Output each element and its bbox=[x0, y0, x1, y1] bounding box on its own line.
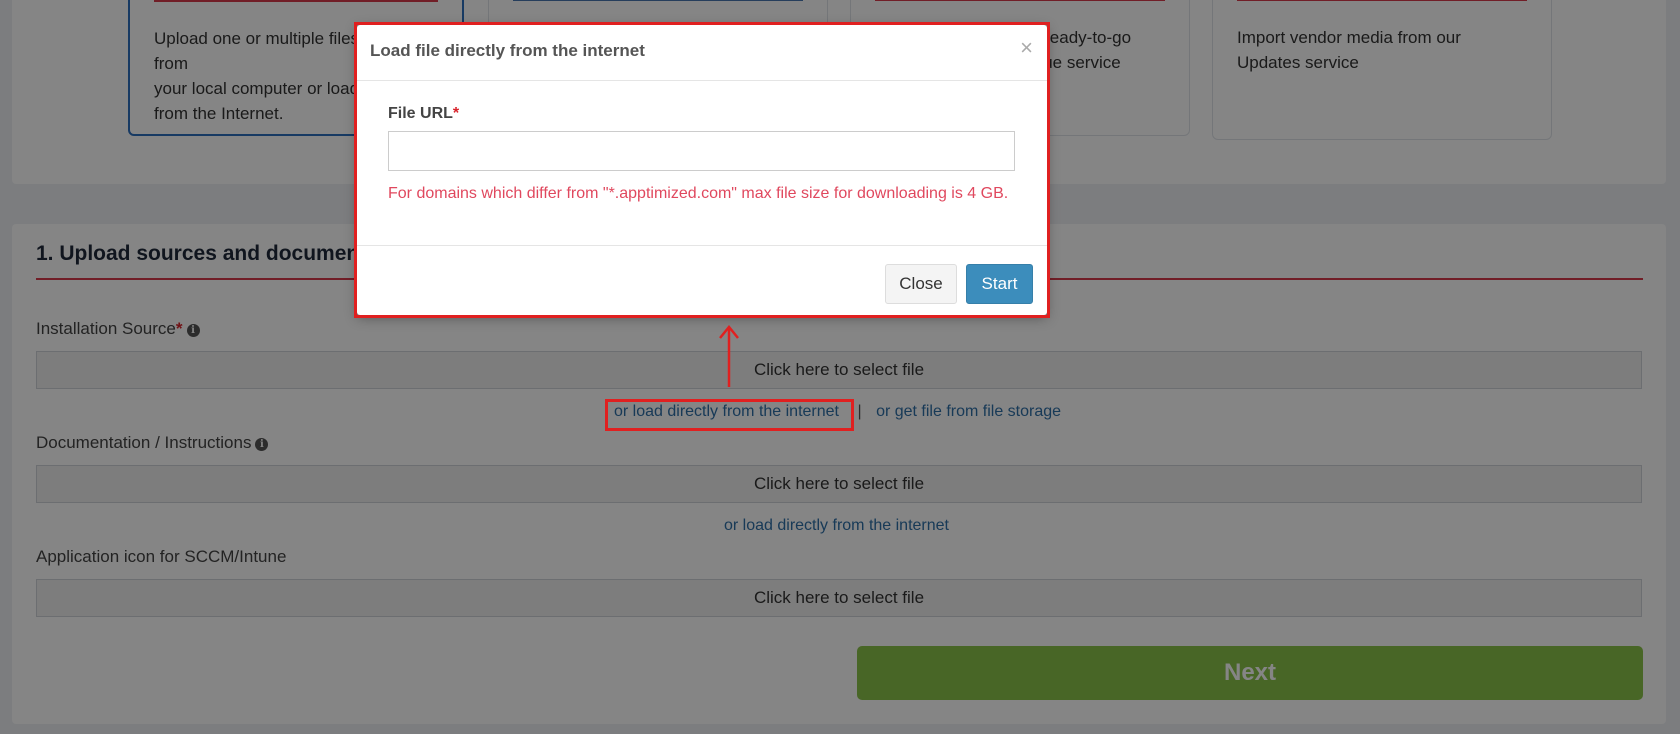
annotation-arrow-up-icon bbox=[719, 325, 739, 387]
annotation-highlight-modal bbox=[354, 22, 1050, 318]
annotation-highlight-link bbox=[605, 399, 854, 431]
